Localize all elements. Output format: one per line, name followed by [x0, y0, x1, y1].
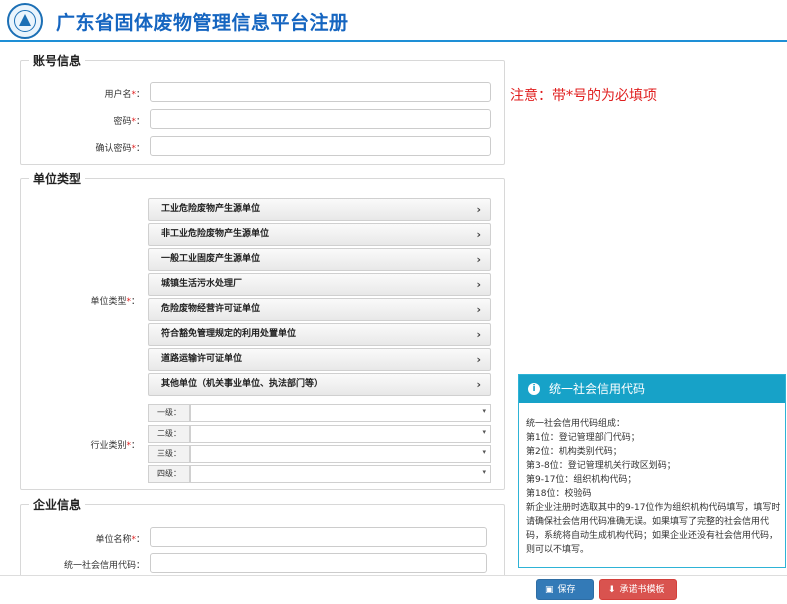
credit-code-info-panel: i 统一社会信用代码 统一社会信用代码组成： 第1位：登记管理部门代码； 第2位… — [518, 374, 786, 568]
credit-code-label: 统一社会信用代码： — [63, 561, 145, 571]
chevron-right-icon: › — [476, 203, 481, 216]
caret-down-icon: ▾ — [482, 448, 486, 456]
industry-level-label: 一级： — [148, 404, 190, 422]
caret-down-icon: ▾ — [482, 428, 486, 436]
unit-type-item[interactable]: 一般工业固废产生源单位 › — [148, 248, 491, 271]
bottom-action-bar: ▣ 保存 ⬇ 承诺书模板 — [0, 575, 787, 604]
company-name-input[interactable] — [150, 527, 487, 547]
unit-type-item[interactable]: 道路运输许可证单位 › — [148, 348, 491, 371]
chevron-right-icon: › — [476, 303, 481, 316]
unit-type-legend: 单位类型 — [29, 170, 86, 187]
emblem-logo-icon — [7, 3, 43, 39]
chevron-right-icon: › — [476, 353, 481, 366]
unit-type-item[interactable]: 其他单位（机关事业单位、执法部门等） › — [148, 373, 491, 396]
commitment-template-button[interactable]: ⬇ 承诺书模板 — [599, 579, 677, 600]
industry-level-3-select[interactable]: 三级： ▾ — [148, 445, 491, 463]
chevron-right-icon: › — [476, 378, 481, 391]
download-icon: ⬇ — [608, 585, 616, 595]
unit-type-item[interactable]: 城镇生活污水处理厂 › — [148, 273, 491, 296]
company-name-label: 单位名称*： — [95, 535, 145, 545]
account-legend: 账号信息 — [29, 52, 86, 69]
industry-level-4-select[interactable]: 四级： ▾ — [148, 465, 491, 483]
caret-down-icon: ▾ — [482, 407, 486, 415]
confirm-password-label: 确认密码*： — [95, 144, 145, 154]
info-panel-title: 统一社会信用代码 — [549, 382, 646, 396]
chevron-right-icon: › — [476, 228, 481, 241]
required-notice: 注意：带*号的为必填项 — [510, 88, 657, 104]
username-input[interactable] — [150, 82, 491, 102]
info-panel-body: 统一社会信用代码组成： 第1位：登记管理部门代码； 第2位：机构类别代码； 第3… — [526, 419, 781, 555]
industry-level-label: 二级： — [148, 425, 190, 443]
unit-type-item[interactable]: 符合豁免管理规定的利用处置单位 › — [148, 323, 491, 346]
chevron-right-icon: › — [476, 328, 481, 341]
save-button[interactable]: ▣ 保存 — [536, 579, 594, 600]
industry-label: 行业类别*： — [90, 441, 140, 451]
unit-type-item[interactable]: 危险废物经营许可证单位 › — [148, 298, 491, 321]
company-legend: 企业信息 — [29, 496, 86, 513]
info-icon: i — [528, 383, 540, 395]
confirm-password-input[interactable] — [150, 136, 491, 156]
industry-level-2-select[interactable]: 二级： ▾ — [148, 425, 491, 443]
industry-level-label: 四级： — [148, 465, 190, 483]
credit-code-input[interactable] — [150, 553, 487, 573]
password-input[interactable] — [150, 109, 491, 129]
page-title: 广东省固体废物管理信息平台注册 — [56, 12, 349, 34]
chevron-right-icon: › — [476, 253, 481, 266]
info-panel-header: i 统一社会信用代码 — [519, 375, 785, 403]
industry-level-label: 三级： — [148, 445, 190, 463]
page-header: 广东省固体废物管理信息平台注册 — [0, 0, 787, 42]
unit-type-item[interactable]: 工业危险废物产生源单位 › — [148, 198, 491, 221]
chevron-right-icon: › — [476, 278, 481, 291]
caret-down-icon: ▾ — [482, 468, 486, 476]
unit-type-label: 单位类型*： — [90, 297, 140, 307]
unit-type-item[interactable]: 非工业危险废物产生源单位 › — [148, 223, 491, 246]
username-label: 用户名*： — [104, 90, 145, 100]
password-label: 密码*： — [113, 117, 145, 127]
save-icon: ▣ — [545, 585, 554, 595]
industry-level-1-select[interactable]: 一级： ▾ — [148, 404, 491, 422]
